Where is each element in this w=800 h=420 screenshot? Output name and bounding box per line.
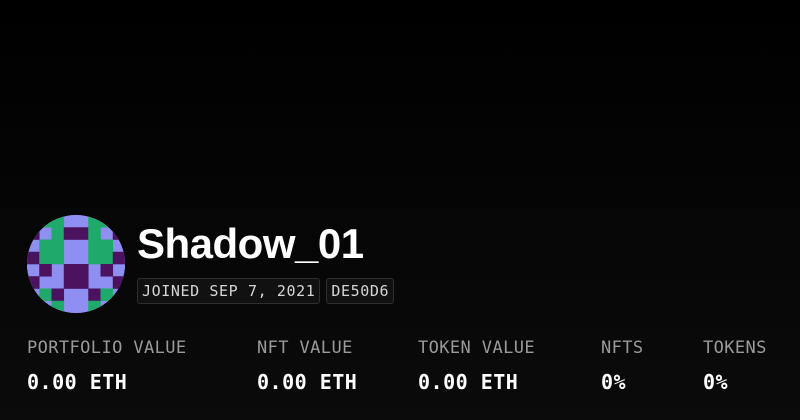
stat-label: NFTS	[601, 338, 644, 358]
stat-label: PORTFOLIO VALUE	[27, 338, 187, 358]
avatar-pixel	[39, 288, 52, 302]
avatar-pixel	[100, 264, 114, 277]
id-badge: DE50D6	[326, 277, 395, 304]
avatar-pixel	[112, 276, 125, 289]
avatar-pixel	[100, 239, 114, 253]
avatar-graphic	[27, 215, 125, 313]
stat-token-value: TOKEN VALUE 0.00 ETH	[418, 338, 535, 394]
avatar-pixel	[51, 215, 65, 228]
avatar-pixel	[27, 300, 40, 313]
avatar-pixel	[51, 300, 65, 313]
avatar-pixel	[39, 251, 52, 265]
avatar-pixel	[88, 300, 101, 313]
avatar-pixel	[88, 227, 101, 240]
stat-nft-value: NFT VALUE 0.00 ETH	[257, 338, 357, 394]
avatar-pixel	[88, 215, 101, 228]
stat-label: TOKEN VALUE	[418, 338, 535, 358]
avatar-pixel	[100, 215, 114, 228]
avatar-pixel	[51, 239, 65, 253]
stat-label: NFT VALUE	[257, 338, 353, 358]
pixel-avatar-icon	[27, 215, 125, 313]
avatar-pixel	[39, 264, 52, 277]
avatar-pixel	[112, 300, 125, 313]
stat-tokens: TOKENS 0%	[703, 338, 767, 394]
avatar-pixel	[27, 215, 40, 228]
stat-label: TOKENS	[703, 338, 767, 358]
avatar-pixel	[51, 288, 65, 302]
avatar-pixel	[27, 227, 40, 240]
stat-value: 0.00 ETH	[257, 370, 358, 394]
badge-row: JOINED SEP 7, 2021 DE50D6	[137, 277, 395, 304]
avatar-pixel	[51, 227, 65, 240]
profile-card: Shadow_01 JOINED SEP 7, 2021 DE50D6 PORT…	[0, 0, 800, 420]
avatar-pixel	[112, 227, 125, 240]
stat-nfts: NFTS 0%	[601, 338, 644, 394]
identity-block: Shadow_01 JOINED SEP 7, 2021 DE50D6	[137, 219, 395, 304]
avatar-pixel	[88, 239, 101, 253]
avatar-pixel	[88, 251, 101, 265]
profile-header: Shadow_01 JOINED SEP 7, 2021 DE50D6	[27, 215, 395, 313]
avatar-pixel	[112, 215, 125, 228]
avatar-pixel	[112, 251, 125, 265]
avatar-pixel	[51, 251, 65, 265]
avatar-pixel	[63, 276, 77, 289]
stat-value: 0%	[703, 370, 729, 394]
avatar-pixel	[27, 276, 40, 289]
avatar-pixel	[100, 288, 114, 302]
avatar-pixel	[76, 227, 89, 240]
username: Shadow_01	[137, 219, 364, 267]
avatar-pixel	[63, 264, 77, 277]
stat-portfolio-value: PORTFOLIO VALUE 0.00 ETH	[27, 338, 187, 394]
stat-value: 0.00 ETH	[418, 370, 519, 394]
avatar-pixel	[76, 276, 89, 289]
avatar-pixel	[27, 251, 40, 265]
joined-date-badge: JOINED SEP 7, 2021	[137, 277, 321, 304]
avatar-pixel	[39, 239, 52, 253]
stats-row: PORTFOLIO VALUE 0.00 ETH NFT VALUE 0.00 …	[27, 338, 787, 398]
stat-value: 0%	[601, 370, 627, 394]
avatar-pixel	[88, 288, 101, 302]
stat-value: 0.00 ETH	[27, 370, 128, 394]
avatar-pixel	[63, 227, 77, 240]
avatar-pixel	[39, 215, 52, 228]
avatar-pixel	[100, 251, 114, 265]
avatar-pixel	[76, 264, 89, 277]
